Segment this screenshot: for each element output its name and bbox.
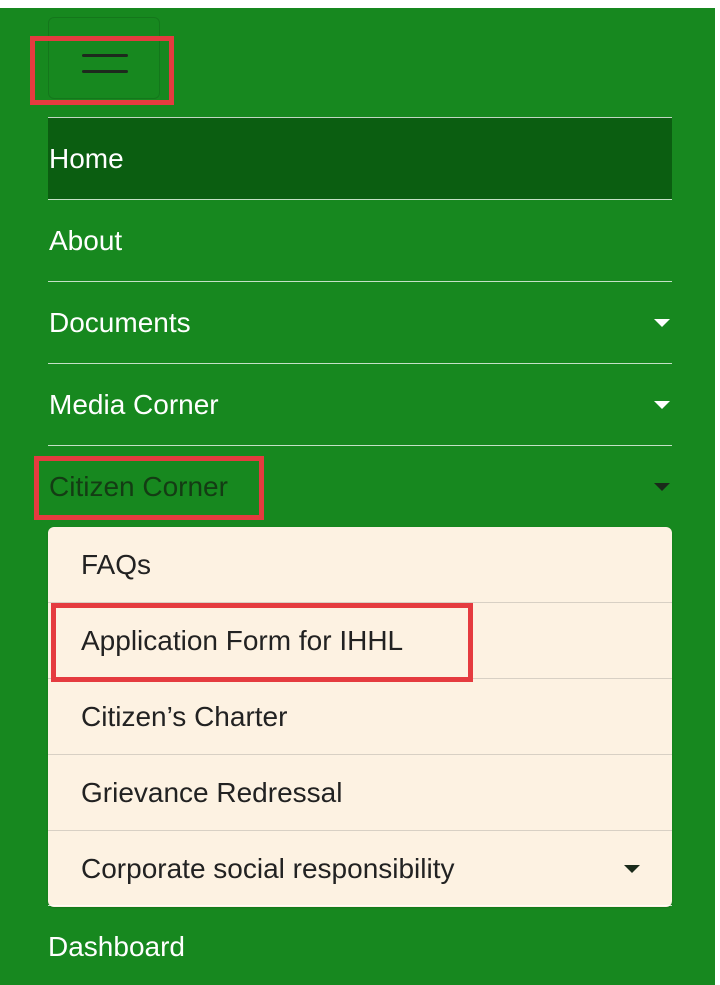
- dropdown-item-csr[interactable]: Corporate social responsibility: [48, 831, 672, 907]
- dropdown-item-label: Citizen’s Charter: [81, 700, 288, 732]
- nav-item-label: Documents: [49, 306, 191, 338]
- dropdown-item-faqs[interactable]: FAQs: [48, 527, 672, 603]
- citizen-corner-dropdown: FAQs Application Form for IHHL Citizen’s…: [48, 527, 672, 907]
- nav-item-media-corner[interactable]: Media Corner: [48, 363, 672, 445]
- caret-down-icon: [654, 401, 670, 409]
- dropdown-item-grievance-redressal[interactable]: Grievance Redressal: [48, 755, 672, 831]
- navbar-toggle-button[interactable]: [48, 17, 160, 99]
- dropdown-item-label: Application Form for IHHL: [81, 624, 404, 656]
- nav-item-home[interactable]: Home: [48, 117, 672, 199]
- nav-item-about[interactable]: About: [48, 199, 672, 281]
- dropdown-item-application-form[interactable]: Application Form for IHHL: [48, 603, 672, 679]
- nav-item-label: Media Corner: [49, 388, 219, 420]
- main-nav: Home About Documents Media Corner Citize…: [48, 117, 672, 527]
- nav-item-documents[interactable]: Documents: [48, 281, 672, 363]
- nav-item-label: About: [49, 224, 123, 256]
- nav-item-dashboard[interactable]: Dashboard: [48, 905, 672, 985]
- dropdown-item-label: Corporate social responsibility: [81, 853, 455, 884]
- dropdown-item-label: Grievance Redressal: [81, 776, 343, 808]
- caret-down-icon: [624, 865, 640, 873]
- nav-item-label: Home: [49, 142, 124, 174]
- dropdown-item-label: FAQs: [81, 548, 152, 580]
- mobile-nav-screen: Home About Documents Media Corner Citize…: [0, 8, 715, 985]
- dropdown-item-citizens-charter[interactable]: Citizen’s Charter: [48, 679, 672, 755]
- nav-item-label: Citizen Corner: [49, 470, 228, 502]
- nav-item-citizen-corner[interactable]: Citizen Corner: [48, 445, 672, 527]
- caret-down-icon: [654, 319, 670, 327]
- nav-item-label: Dashboard: [48, 930, 185, 962]
- caret-down-icon: [654, 483, 670, 491]
